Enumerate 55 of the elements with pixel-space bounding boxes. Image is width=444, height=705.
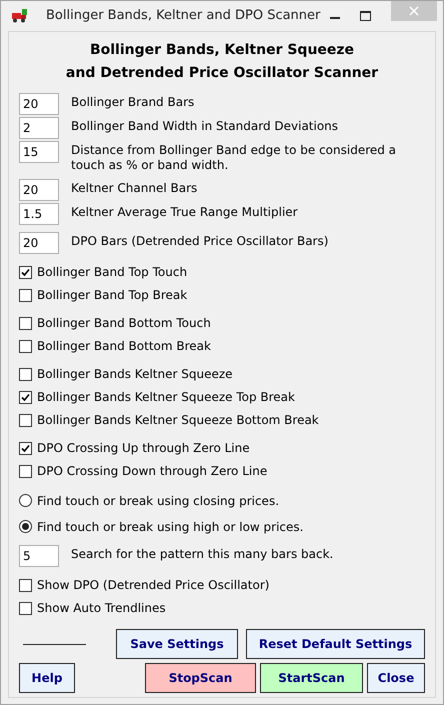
field-label: Bollinger Brand Bars [71,94,194,110]
checkbox[interactable] [19,316,32,330]
checkbox-label: Bollinger Band Bottom Break [37,338,211,355]
close-icon [409,6,419,16]
number-field[interactable]: 20 [19,232,59,254]
window-title: Bollinger Bands, Keltner and DPO Scanner [46,7,320,26]
dialog-heading: Bollinger Bands, Keltner Squeeze [90,41,354,60]
check-icon [21,444,30,452]
checkbox-label: Bollinger Bands Keltner Squeeze Bottom Break [37,412,319,429]
checkbox[interactable] [19,414,32,426]
action-button[interactable]: StartScan [260,663,363,693]
checkbox-label: Bollinger Band Top Touch [37,264,188,281]
number-field[interactable]: 5 [19,545,59,567]
radio-label: Find touch or break using high or low prices. [37,518,304,536]
checkbox-label: Bollinger Bands Keltner Squeeze Top Break [37,389,295,406]
checkbox-label: Show Auto Trendlines [37,600,166,617]
field-label: Keltner Channel Bars [71,180,198,196]
field-label: Keltner Average True Range Multiplier [71,204,298,220]
check-icon [21,268,30,276]
action-button[interactable]: Close [367,663,425,693]
checkbox[interactable] [19,602,32,614]
checkbox-label: Bollinger Bands Keltner Squeeze [37,366,233,383]
number-field[interactable]: 1.5 [19,203,59,225]
checkbox[interactable] [19,340,32,352]
number-field[interactable]: 20 [19,93,59,115]
field-label: Bollinger Band Width in Standard Deviations [71,118,338,134]
checkbox-label: Bollinger Band Top Break [37,287,188,304]
checkbox[interactable] [19,266,32,278]
checkbox[interactable] [19,442,32,454]
checkbox-label: DPO Crossing Down through Zero Line [37,463,268,480]
number-field[interactable]: 20 [19,179,59,201]
checkbox[interactable] [19,390,32,404]
number-field[interactable]: 15 [19,141,59,163]
field-label: Distance from Bollinger Band edge to be considered a touch as % or band width. [71,142,398,173]
checkbox-label: DPO Crossing Up through Zero Line [37,440,250,457]
checkbox-label: Bollinger Band Bottom Touch [37,315,211,332]
action-button[interactable]: Save Settings [116,629,238,659]
dialog-heading: and Detrended Price Oscillator Scanner [66,64,378,83]
field-label: Search for the pattern this many bars back. [71,546,334,562]
action-button[interactable]: Help [19,663,75,693]
checkbox-label: Show DPO (Detrended Price Oscillator) [37,577,270,594]
checkbox[interactable] [19,288,32,302]
field-label: DPO Bars (Detrended Price Oscillator Bars) [71,233,328,249]
radio-label: Find touch or break using closing prices. [37,492,280,510]
action-button[interactable]: Reset Default Settings [246,629,425,659]
maximize-icon[interactable] [360,11,371,21]
checkbox[interactable] [19,464,32,478]
checkbox[interactable] [19,368,32,380]
check-icon [21,392,30,402]
checkbox[interactable] [19,578,32,592]
action-button[interactable]: StopScan [145,663,256,693]
radio-button[interactable] [19,520,32,533]
truck-icon [11,9,28,23]
radio-button[interactable] [19,494,32,507]
number-field[interactable]: 2 [19,117,59,139]
